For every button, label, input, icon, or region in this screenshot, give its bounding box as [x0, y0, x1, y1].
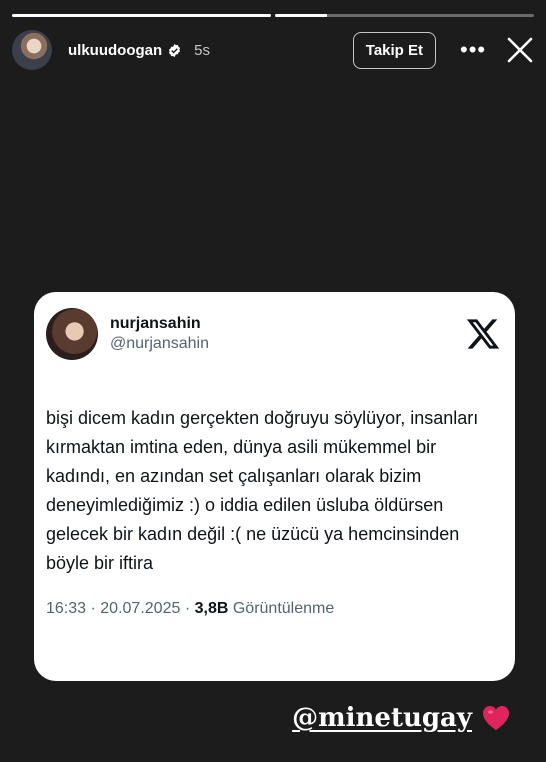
verified-badge-icon [169, 43, 181, 57]
meta-separator: · [90, 600, 101, 617]
more-horizontal-icon[interactable]: ••• [460, 39, 486, 61]
tweet-views-count: 3,8B [194, 600, 229, 617]
tweet-author: nurjansahin @nurjansahin [110, 315, 209, 353]
story-viewer[interactable]: ulkuudoogan 5s Takip Et ••• nurjansahin … [0, 0, 546, 762]
tweet-date: 20.07.2025 [100, 600, 181, 617]
tweet-display-name: nurjansahin [110, 315, 201, 332]
username[interactable]: ulkuudoogan [68, 42, 162, 59]
mention-sticker[interactable]: @minetugay [292, 703, 510, 733]
mention-text[interactable]: @minetugay [292, 703, 472, 733]
progress-segment [12, 14, 271, 17]
avatar[interactable] [12, 30, 52, 70]
tweet-screenshot-card: nurjansahin @nurjansahin bişi dicem kadı… [34, 292, 515, 681]
tweet-handle: @nurjansahin [110, 335, 209, 352]
meta-separator: · [184, 600, 195, 617]
tweet-header: nurjansahin @nurjansahin [46, 306, 503, 362]
story-header: ulkuudoogan 5s Takip Et ••• [12, 28, 534, 72]
heart-icon [483, 706, 509, 730]
story-progress-bar [12, 14, 534, 17]
follow-button[interactable]: Takip Et [352, 31, 436, 69]
x-logo-icon [466, 319, 500, 349]
post-time: 5s [194, 41, 210, 59]
tweet-meta: 16:33 · 20.07.2025 · 3,8B Görüntülenme [46, 600, 503, 618]
tweet-time: 16:33 [46, 600, 87, 617]
tweet-text: bişi dicem kadın gerçekten doğruyu söylü… [46, 408, 479, 573]
close-icon[interactable] [506, 36, 534, 64]
tweet-avatar [46, 308, 98, 360]
tweet-views-label: Görüntülenme [232, 600, 335, 617]
progress-segment [275, 14, 534, 17]
